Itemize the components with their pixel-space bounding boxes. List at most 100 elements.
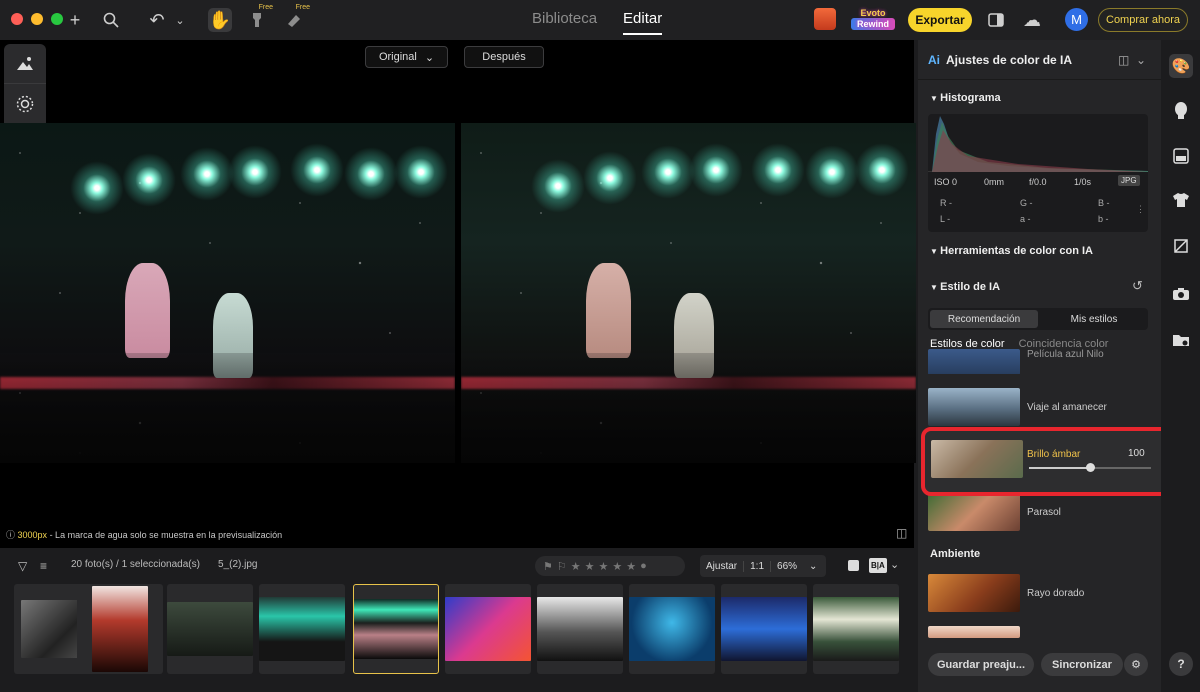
- stage-light: [70, 161, 124, 215]
- face-retouch-icon[interactable]: [1169, 98, 1193, 122]
- reject-flag-icon[interactable]: ⚐: [557, 560, 567, 573]
- style-thumb: [928, 388, 1020, 426]
- flag-icon[interactable]: ⚑: [543, 560, 553, 573]
- close-window-button[interactable]: [11, 13, 23, 25]
- filmstrip-thumb[interactable]: [167, 584, 253, 674]
- filmstrip-thumb[interactable]: [537, 584, 623, 674]
- layout-toggle-icon[interactable]: ◫: [1118, 53, 1129, 67]
- rewind-line1: Evoto: [860, 8, 886, 18]
- color-tools-section-title[interactable]: Herramientas de color con IA: [930, 245, 1093, 257]
- single-view-icon[interactable]: [848, 560, 859, 571]
- readout-b: B -: [1098, 198, 1110, 208]
- rewind-line2: Rewind: [851, 18, 895, 30]
- buy-now-button[interactable]: Comprar ahora: [1098, 8, 1188, 32]
- filmstrip-thumb[interactable]: [77, 584, 163, 674]
- star-icon[interactable]: ★: [571, 560, 581, 573]
- eraser-icon[interactable]: Free: [282, 4, 310, 32]
- before-photo: [0, 123, 455, 463]
- tab-biblioteca[interactable]: Biblioteca: [532, 10, 597, 35]
- readout-a: a -: [1020, 214, 1031, 224]
- save-preset-button[interactable]: Guardar preaju...: [928, 653, 1034, 676]
- search-icon[interactable]: [99, 8, 123, 32]
- view-select-dropdown[interactable]: Original ⌄: [365, 46, 448, 68]
- filmstrip-thumb[interactable]: [813, 584, 899, 674]
- split-view-icon[interactable]: ◫: [896, 526, 907, 540]
- sync-settings-icon[interactable]: ⚙: [1124, 653, 1148, 676]
- zoom-value[interactable]: 66%: [770, 560, 803, 572]
- style-item[interactable]: Viaje al amanecer: [928, 387, 1150, 427]
- zoom-controls: Ajustar 1:1 66% ⌄: [700, 555, 826, 577]
- star-icon[interactable]: ★: [612, 560, 622, 573]
- brush-icon[interactable]: Free: [245, 4, 273, 32]
- slider-handle[interactable]: [1086, 463, 1095, 472]
- histogram-section-title[interactable]: Histograma: [930, 92, 1001, 104]
- filmstrip-thumb[interactable]: [445, 584, 531, 674]
- rating-filter[interactable]: ⚑ ⚐ ★ ★ ★ ★ ★ ●: [535, 556, 685, 576]
- chevron-down-icon[interactable]: ⌄: [168, 8, 192, 32]
- before-after-toggle[interactable]: B|A: [869, 558, 887, 573]
- star-icon[interactable]: ★: [599, 560, 609, 573]
- color-label-icon[interactable]: ●: [640, 560, 647, 572]
- evoto-rewind-badge[interactable]: Evoto Rewind: [851, 8, 895, 32]
- exif-iso: ISO 0: [934, 177, 958, 187]
- star-icon[interactable]: ★: [626, 560, 636, 573]
- hand-icon[interactable]: ✋: [208, 8, 232, 32]
- landscape-ai-icon[interactable]: [4, 44, 46, 84]
- after-view-button[interactable]: Después: [464, 46, 544, 68]
- style-intensity-slider[interactable]: [1029, 463, 1151, 472]
- top-toolbar: + ↶ ⌄ ✋ Free Free Biblioteca Editar Evot…: [0, 0, 1200, 40]
- ai-style-section-title[interactable]: Estilo de IA: [930, 281, 1000, 293]
- ratio-1-1-button[interactable]: 1:1: [743, 560, 770, 572]
- style-name: Rayo dorado: [1027, 587, 1085, 599]
- more-options-icon[interactable]: ⋮: [1136, 204, 1145, 215]
- filmstrip-thumb-selected[interactable]: [353, 584, 439, 674]
- style-item[interactable]: [928, 626, 1150, 638]
- background-grid-icon[interactable]: [1169, 144, 1193, 168]
- reset-icon[interactable]: ↺: [1132, 278, 1143, 294]
- style-item[interactable]: Rayo dorado: [928, 573, 1150, 613]
- palette-icon[interactable]: 🎨: [1169, 54, 1193, 78]
- plus-icon[interactable]: +: [63, 8, 87, 32]
- active-style-name: Brillo ámbar: [1027, 449, 1081, 460]
- style-item-active[interactable]: Brillo ámbar 100: [921, 427, 1171, 496]
- export-button[interactable]: Exportar: [908, 8, 972, 32]
- maximize-window-button[interactable]: [51, 13, 63, 25]
- folder-settings-icon[interactable]: [1169, 328, 1193, 352]
- fit-button[interactable]: Ajustar: [700, 561, 743, 572]
- chevron-down-icon[interactable]: ⌄: [890, 558, 899, 571]
- camera-icon[interactable]: [1169, 282, 1193, 306]
- crop-frame-icon[interactable]: [1169, 234, 1193, 258]
- filmstrip-thumb[interactable]: [259, 584, 345, 674]
- style-item[interactable]: Parasol: [928, 492, 1150, 532]
- clothing-icon[interactable]: [1169, 188, 1193, 212]
- segment-my-styles[interactable]: Mis estilos: [1040, 308, 1148, 330]
- style-thumb: [931, 440, 1023, 478]
- filmstrip-thumb[interactable]: [629, 584, 715, 674]
- style-item[interactable]: Película azul Nilo: [928, 344, 1150, 374]
- stage-light: [855, 143, 909, 197]
- minimize-window-button[interactable]: [31, 13, 43, 25]
- cloud-icon[interactable]: ☁: [1020, 8, 1044, 32]
- segment-recommendation[interactable]: Recomendación: [930, 310, 1038, 328]
- chevron-down-icon[interactable]: ⌄: [1136, 53, 1146, 67]
- sync-button[interactable]: Sincronizar: [1041, 653, 1123, 676]
- filter-icon[interactable]: ▽: [18, 559, 27, 573]
- stage-light: [689, 143, 743, 197]
- gift-icon[interactable]: [814, 8, 836, 30]
- stage-light: [394, 145, 448, 199]
- help-button[interactable]: ?: [1169, 652, 1193, 676]
- file-format-badge: JPG: [1118, 175, 1140, 186]
- style-thumb: [928, 574, 1020, 612]
- tab-editar[interactable]: Editar: [623, 10, 663, 35]
- photo-count: 20 foto(s) / 1 seleccionada(s): [71, 559, 200, 570]
- undo-icon[interactable]: ↶: [145, 8, 169, 32]
- avatar[interactable]: M: [1065, 8, 1088, 31]
- sort-icon[interactable]: ≡: [40, 559, 47, 573]
- stage-light: [180, 147, 234, 201]
- grain-filter-icon[interactable]: [4, 84, 46, 124]
- star-icon[interactable]: ★: [585, 560, 595, 573]
- chevron-down-icon[interactable]: ⌄: [803, 561, 823, 572]
- filmstrip-thumb[interactable]: [721, 584, 807, 674]
- histogram-graph: [928, 114, 1148, 172]
- crop-icon[interactable]: [984, 8, 1008, 32]
